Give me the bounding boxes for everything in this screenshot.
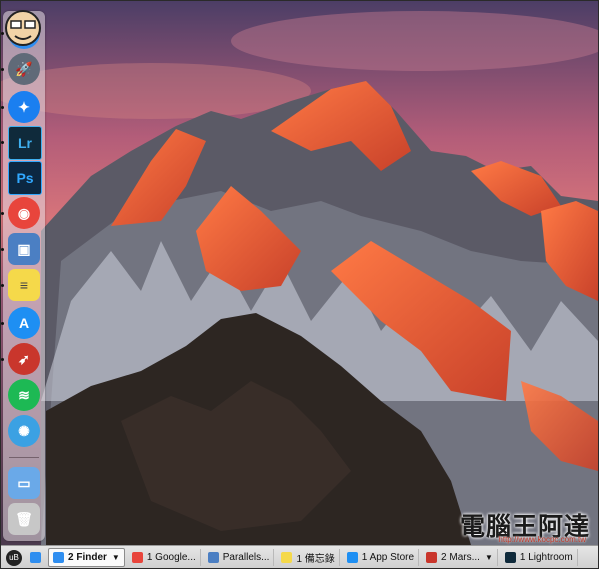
parallels-icon[interactable]: ▣ [8,233,40,265]
taskbar-item-label: 2 Finder [68,552,107,563]
running-indicator [1,284,4,287]
running-indicator [1,322,4,325]
running-indicator [1,106,4,109]
launchpad-icon[interactable]: 🚀 [8,53,40,85]
taskbar-item[interactable]: 1 App Store [343,549,420,566]
taskbar: uB 2 Finder ▼ 1 Google... Parallels... 1 備忘錄… [1,545,598,568]
taskbar-item[interactable]: Parallels... [204,549,275,566]
app-icon [504,552,516,563]
taskbar-item-label: 1 Lightroom [519,552,573,563]
twitterrific-icon[interactable]: ✺ [8,415,40,447]
watermark-logo [5,10,41,46]
running-indicator [1,68,4,71]
taskbar-item[interactable]: 1 Google... [128,549,201,566]
dock: ☺🚀✦LrPs◉▣≡A➶≋✺▭🗑 [1,11,45,541]
finder-icon[interactable] [30,552,41,563]
notes-icon[interactable]: ≡ [8,269,40,301]
watermark-url: http://www.kocpc.com.tw [498,535,586,544]
running-indicator [1,358,4,361]
dock-separator [9,457,39,458]
chrome-icon[interactable]: ◉ [8,197,40,229]
taskbar-item-label: 2 Mars... [441,552,480,563]
running-indicator [1,141,4,144]
downloads-folder-icon[interactable]: ▭ [8,467,40,499]
taskbar-item-label: 1 App Store [361,552,415,563]
taskbar-items: 2 Finder ▼ 1 Google... Parallels... 1 備忘錄 1 A… [45,548,578,567]
chevron-down-icon[interactable]: ▼ [112,553,120,562]
app-icon [426,552,438,563]
spotify-icon[interactable]: ≋ [8,379,40,411]
mars-icon[interactable]: ➶ [8,343,40,375]
trash-icon[interactable]: 🗑 [8,503,40,535]
taskbar-item-label: 1 Google... [146,552,196,563]
mountain-landscape-image [1,1,598,545]
taskbar-item[interactable]: 1 Lightroom [501,549,578,566]
taskbar-item[interactable]: 1 備忘錄 [277,549,340,566]
lightroom-icon[interactable]: Lr [8,126,42,160]
screen: ☺🚀✦LrPs◉▣≡A➶≋✺▭🗑 uB 2 Finder▼1 Google...… [0,0,599,569]
ubar-start-button[interactable]: uB [6,549,22,566]
running-indicator [1,212,4,215]
chevron-down-icon[interactable]: ▼ [485,553,493,562]
taskbar-item[interactable]: 2 Finder ▼ [48,548,125,567]
app-store-icon[interactable]: A [8,307,40,339]
running-indicator [1,248,4,251]
app-icon [131,552,143,563]
taskbar-item-label: 1 備忘錄 [296,554,335,565]
photoshop-icon[interactable]: Ps [8,161,42,195]
app-icon [207,552,219,563]
safari-icon[interactable]: ✦ [8,91,40,123]
app-icon [53,552,64,563]
desktop-wallpaper: ☺🚀✦LrPs◉▣≡A➶≋✺▭🗑 [1,1,598,545]
app-icon [281,552,293,563]
taskbar-item[interactable]: 2 Mars... ▼ [422,549,498,566]
app-icon [346,552,358,563]
taskbar-item-label: Parallels... [222,552,270,563]
